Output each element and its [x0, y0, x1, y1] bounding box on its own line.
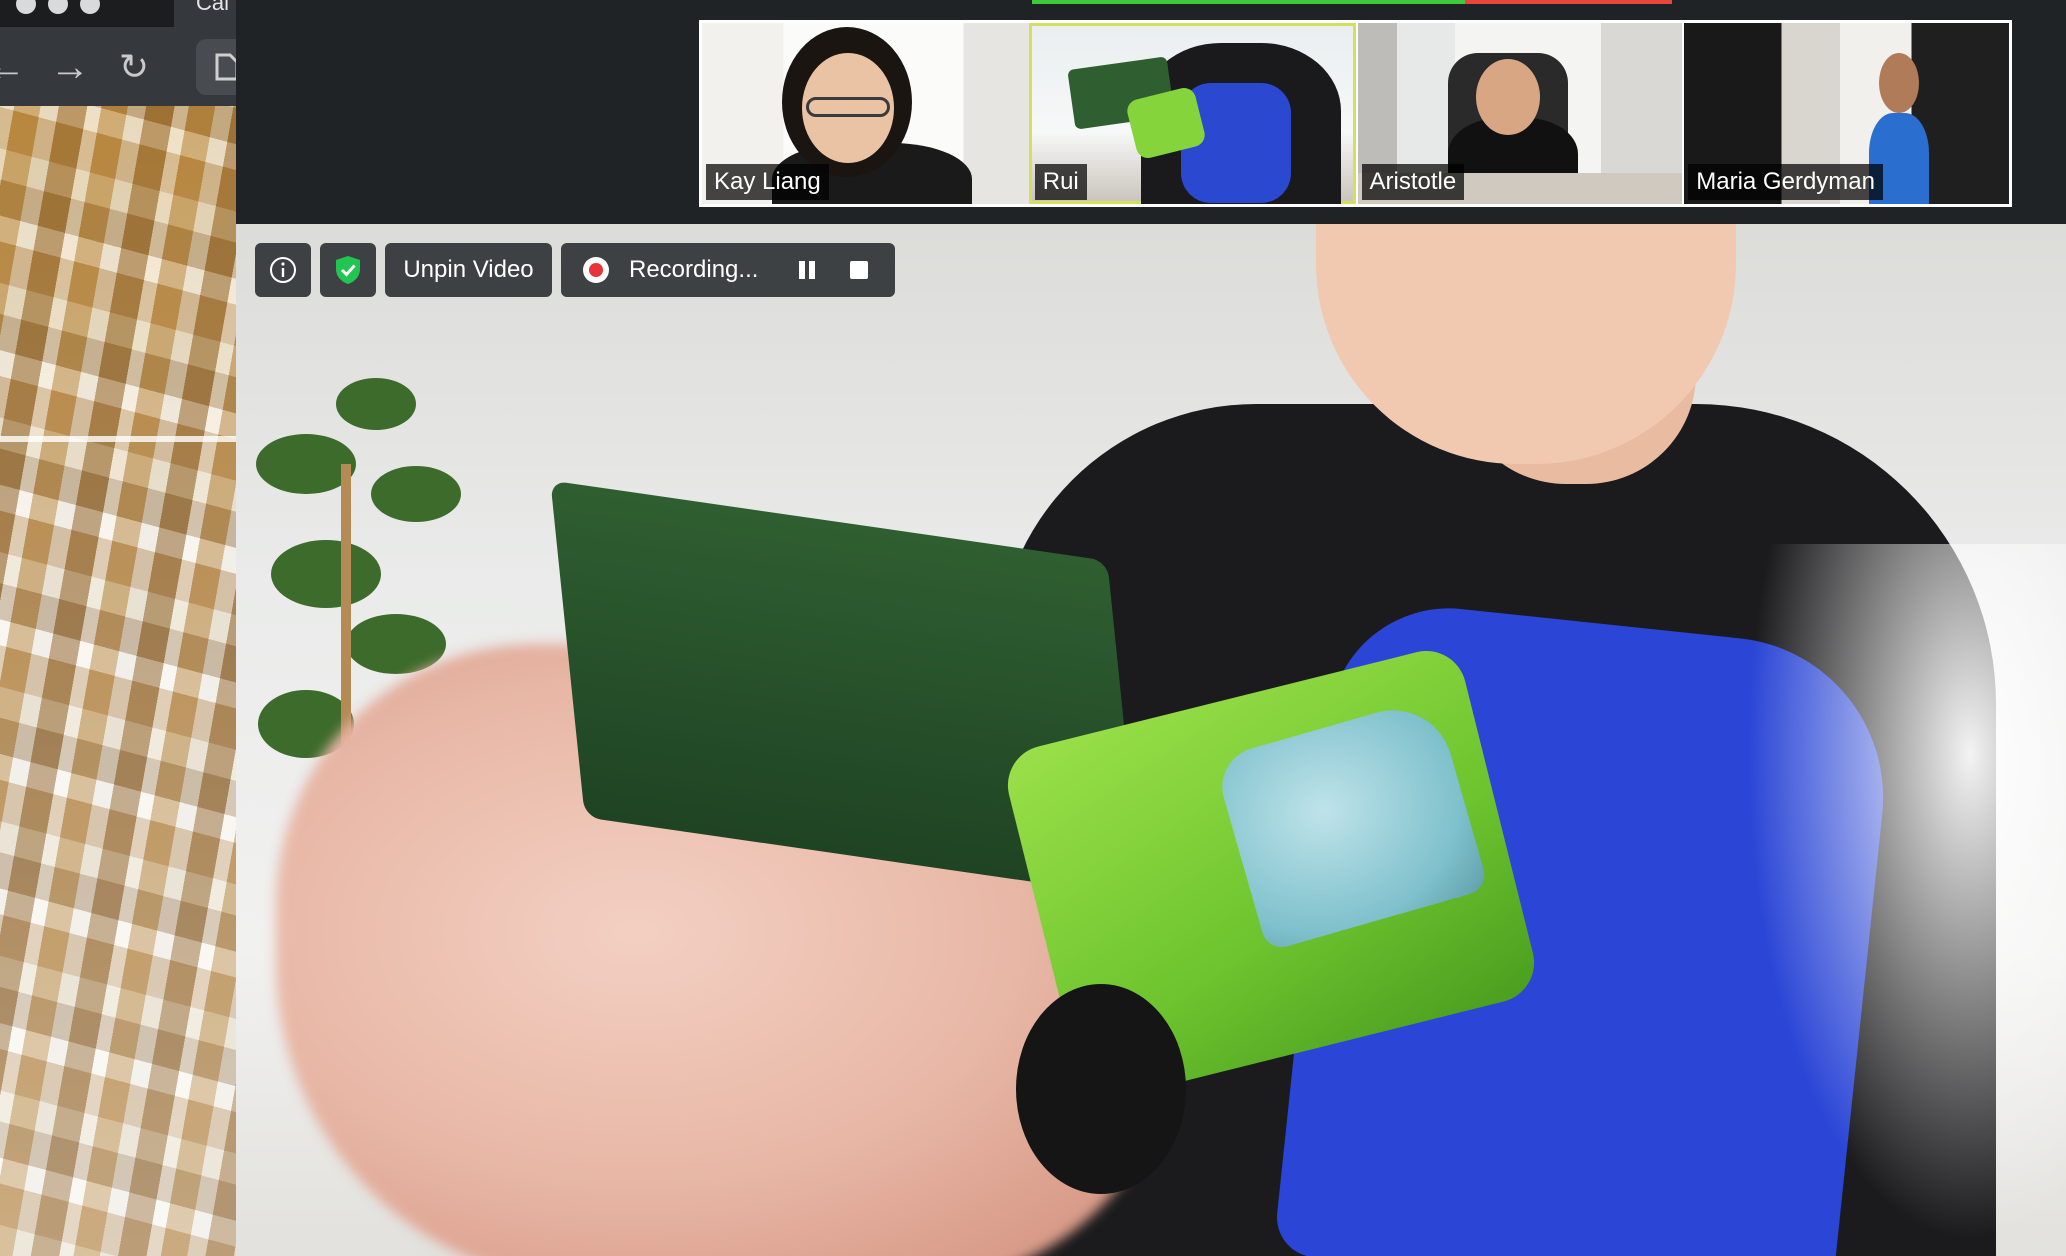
video-meeting-window: Kay Liang Rui Aristotle Maria Gerdyman U…	[236, 0, 2066, 1256]
glasses	[806, 97, 890, 117]
toy-truck-wheel	[1016, 984, 1186, 1194]
participant-tile-rui[interactable]: Rui	[1028, 23, 1356, 204]
zoom-window-button[interactable]	[80, 0, 100, 14]
forward-arrow-icon: →	[50, 45, 90, 89]
participant-thumbnail-strip: Kay Liang Rui Aristotle Maria Gerdyman	[699, 20, 2012, 207]
page-icon	[215, 53, 236, 81]
shield-check-icon	[336, 256, 360, 284]
browser-window: Cal ← → ↻	[0, 0, 236, 1256]
back-button[interactable]: ←	[0, 47, 26, 87]
meeting-info-button[interactable]	[255, 243, 311, 297]
participant-tile-aristotle[interactable]: Aristotle	[1355, 23, 1683, 204]
meeting-overlay-controls: Unpin Video Recording...	[255, 243, 895, 297]
participant-name: Rui	[1034, 164, 1087, 200]
participant-tile-maria-gerdyman[interactable]: Maria Gerdyman	[1682, 23, 2009, 204]
recording-status-pill: Recording...	[561, 243, 895, 297]
reload-button[interactable]: ↻	[114, 47, 154, 87]
info-icon	[270, 257, 296, 283]
stop-icon[interactable]	[850, 261, 869, 279]
participant-tile-kay-liang[interactable]: Kay Liang	[702, 23, 1029, 204]
speaking-indicator-bar	[1032, 0, 1465, 4]
back-arrow-icon: ←	[0, 45, 26, 89]
forward-button[interactable]: →	[50, 47, 90, 87]
unpin-video-label: Unpin Video	[403, 256, 534, 283]
pause-icon[interactable]	[796, 258, 820, 282]
minimize-window-button[interactable]	[48, 0, 68, 14]
page-info-button[interactable]	[196, 39, 236, 95]
browser-toolbar: ← → ↻	[0, 27, 236, 107]
unpin-video-button[interactable]: Unpin Video	[385, 243, 552, 297]
participant-name: Aristotle	[1361, 164, 1465, 200]
gallery-strip-area: Kay Liang Rui Aristotle Maria Gerdyman	[236, 0, 2066, 224]
security-button[interactable]	[320, 243, 376, 297]
recording-label: Recording...	[629, 256, 759, 283]
browser-page-content	[0, 106, 236, 1256]
reload-icon: ↻	[118, 46, 150, 87]
pinned-video-main[interactable]	[236, 224, 2066, 1256]
page-image	[0, 106, 236, 1256]
browser-titlebar: Cal	[0, 0, 236, 27]
close-window-button[interactable]	[16, 0, 36, 14]
window-light	[1746, 544, 2066, 1244]
participant-name: Kay Liang	[706, 164, 829, 200]
browser-tab[interactable]: Cal	[174, 0, 236, 27]
participant-name: Maria Gerdyman	[1688, 164, 1883, 200]
speaking-indicator-bar-alert	[1465, 0, 1672, 4]
record-dot-icon	[583, 257, 609, 283]
browser-tab-title: Cal	[196, 0, 230, 15]
